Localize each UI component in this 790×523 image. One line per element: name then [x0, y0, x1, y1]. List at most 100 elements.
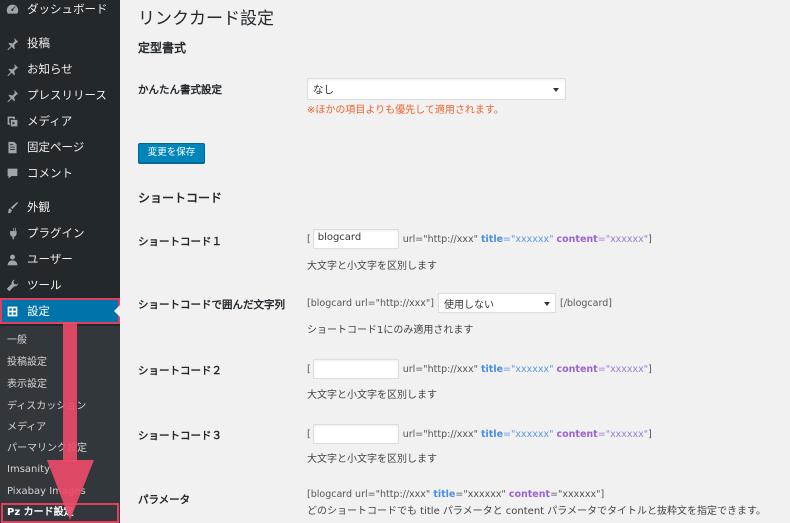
- shortcode3-row: [ url="http://xxx" title ="xxxxxx" conten…: [307, 424, 652, 444]
- shortcode1-row: [ blogcard url="http://xxx" title ="xxxxx…: [307, 229, 652, 249]
- shortcode3-label: ショートコード３: [138, 430, 222, 442]
- menu-pages[interactable]: 固定ページ: [0, 134, 120, 160]
- page-icon: [5, 140, 19, 154]
- dashboard-icon: [5, 2, 19, 16]
- menu-pages-label: 固定ページ: [27, 140, 85, 154]
- menu-comments-label: コメント: [27, 166, 73, 180]
- menu-media[interactable]: メディア: [0, 108, 120, 134]
- content-keyword: content: [556, 428, 598, 440]
- save-button[interactable]: 変更を保存: [138, 143, 205, 163]
- pin-icon: [5, 36, 19, 50]
- shortcode2-input[interactable]: [312, 359, 399, 379]
- menu-users[interactable]: ユーザー: [0, 246, 120, 272]
- page-title: リンクカード設定: [138, 9, 274, 29]
- chevron-down-icon: [553, 88, 559, 92]
- submenu-discussion[interactable]: ディスカッション: [7, 398, 86, 416]
- easy-format-select[interactable]: なし: [307, 78, 566, 100]
- menu-news-label: お知らせ: [27, 62, 73, 76]
- content-value: ="xxxxxx": [597, 428, 649, 440]
- bracket-close: ]: [648, 233, 652, 245]
- shortcode2-label: ショートコード２: [138, 365, 222, 377]
- menu-users-label: ユーザー: [27, 252, 73, 266]
- url-part: url="http://xxx": [402, 233, 478, 245]
- menu-dashboard-label: ダッシュボード: [27, 2, 108, 16]
- menu-press[interactable]: プレスリリース: [0, 82, 120, 108]
- param-example-prefix: [blogcard url="http://xxx": [307, 489, 431, 500]
- menu-appearance-label: 外観: [27, 200, 50, 214]
- comment-icon: [5, 166, 19, 180]
- enclosed-row: [blogcard url="http://xxx"] 使用しない [/blog…: [307, 293, 612, 313]
- menu-appearance[interactable]: 外観: [0, 194, 120, 220]
- content-value: ="xxxxxx": [550, 489, 601, 500]
- settings-icon: [5, 304, 19, 318]
- menu-news[interactable]: お知らせ: [0, 56, 120, 82]
- menu-posts[interactable]: 投稿: [0, 30, 120, 56]
- title-value: ="xxxxxx": [455, 489, 506, 500]
- plugin-icon: [5, 226, 19, 240]
- title-value: ="xxxxxx": [503, 428, 554, 440]
- content-keyword: content: [508, 489, 551, 500]
- bracket-open: [: [307, 428, 311, 440]
- wrench-icon: [5, 278, 19, 292]
- pin-icon: [5, 62, 19, 76]
- title-keyword: title: [481, 363, 504, 375]
- shortcode1-note: 大文字と小文字を区別します: [307, 261, 437, 272]
- submenu-writing[interactable]: 投稿設定: [7, 354, 47, 372]
- submenu-pixabay[interactable]: Pixabay Images: [7, 483, 86, 501]
- param-note: どのショートコードでも title パラメータと content パラメータでタ…: [307, 506, 766, 517]
- section-shortcode-heading: ショートコード: [138, 191, 223, 205]
- title-value: ="xxxxxx": [503, 363, 554, 375]
- submenu-media[interactable]: メディア: [7, 419, 46, 437]
- settings-submenu: 一般 投稿設定 表示設定 ディスカッション メディア パーマリンク設定 Imsa…: [0, 326, 120, 523]
- submenu-general[interactable]: 一般: [7, 332, 27, 350]
- submenu-pz-card[interactable]: Pz カード設定: [1, 503, 119, 523]
- title-value: ="xxxxxx": [503, 233, 554, 245]
- menu-press-label: プレスリリース: [27, 88, 107, 102]
- pin-icon: [5, 88, 19, 102]
- content-keyword: content: [556, 363, 598, 375]
- section-format-heading: 定型書式: [138, 41, 187, 55]
- shortcode3-note: 大文字と小文字を区別します: [307, 454, 437, 465]
- url-part: url="http://xxx": [402, 428, 478, 440]
- shortcode2-note: 大文字と小文字を区別します: [307, 390, 437, 401]
- easy-format-warning: ※ほかの項目よりも優先して適用されます。: [307, 105, 504, 116]
- menu-media-label: メディア: [27, 114, 73, 128]
- title-keyword: title: [481, 233, 504, 245]
- menu-plugins[interactable]: プラグイン: [0, 220, 120, 246]
- chevron-down-icon: [544, 302, 550, 306]
- menu-posts-label: 投稿: [27, 36, 50, 50]
- enclosed-label: ショートコードで囲んだ文字列: [138, 299, 285, 311]
- enclosed-select[interactable]: 使用しない: [438, 293, 556, 313]
- bracket-close: ]: [600, 489, 605, 500]
- main-content: リンクカード設定 定型書式 かんたん書式設定 なし ※ほかの項目よりも優先して適…: [120, 0, 790, 523]
- content-keyword: content: [556, 233, 598, 245]
- submenu-imsanity[interactable]: Imsanity: [7, 461, 50, 479]
- shortcode3-input[interactable]: [312, 424, 399, 444]
- menu-dashboard[interactable]: ダッシュボード: [0, 0, 120, 22]
- bracket-close: ]: [648, 363, 652, 375]
- menu-plugins-label: プラグイン: [27, 226, 85, 240]
- title-keyword: title: [481, 428, 504, 440]
- menu-tools-label: ツール: [27, 278, 62, 292]
- easy-format-value: なし: [313, 84, 334, 96]
- submenu-permalink[interactable]: パーマリンク設定: [7, 440, 87, 458]
- easy-format-label: かんたん書式設定: [138, 84, 222, 96]
- menu-settings[interactable]: 設定: [0, 298, 120, 324]
- content-value: ="xxxxxx": [597, 363, 649, 375]
- shortcode1-input[interactable]: blogcard: [312, 229, 399, 249]
- menu-comments[interactable]: コメント: [0, 160, 120, 186]
- param-example: [blogcard url="http://xxx" title ="xxxxxx…: [307, 489, 604, 500]
- media-icon: [5, 114, 19, 128]
- enclosed-close-tag: [/blogcard]: [560, 297, 612, 309]
- admin-sidebar: ダッシュボード 投稿 お知らせ プレスリリース メディア 固定ページ コメント …: [0, 0, 120, 523]
- enclosed-note: ショートコード1にのみ適用されます: [307, 325, 474, 336]
- brush-icon: [5, 200, 19, 214]
- title-keyword: title: [433, 489, 456, 500]
- shortcode1-label: ショートコード１: [138, 236, 222, 248]
- menu-tools[interactable]: ツール: [0, 272, 120, 298]
- submenu-reading[interactable]: 表示設定: [7, 376, 47, 394]
- user-icon: [5, 252, 19, 266]
- param-label: パラメータ: [138, 494, 191, 506]
- url-part: url="http://xxx": [402, 363, 478, 375]
- content-value: ="xxxxxx": [597, 233, 649, 245]
